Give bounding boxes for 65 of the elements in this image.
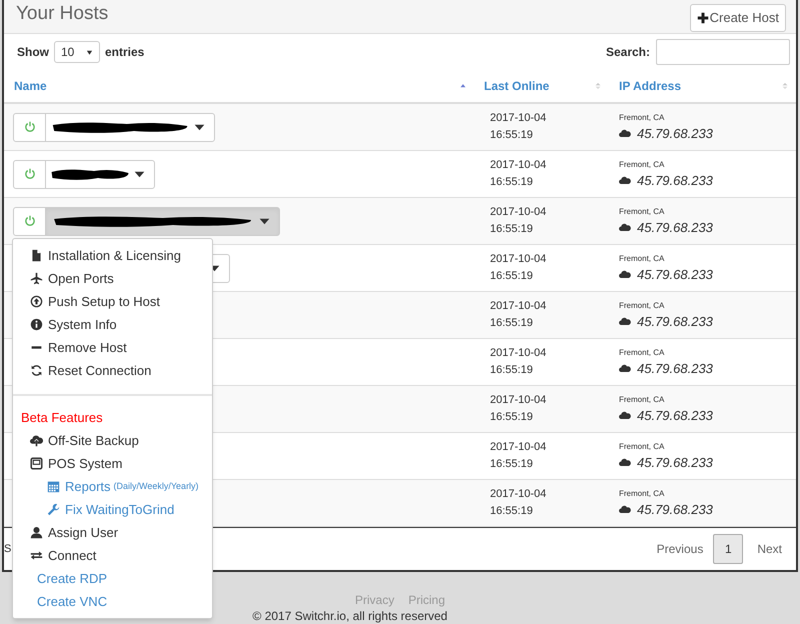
date-text: 2017-10-04: [490, 205, 548, 220]
copyright-text: © 2017 Switchr.io, all rights reserved: [252, 608, 448, 624]
location-text: Fremont, CA: [619, 394, 666, 406]
column-header[interactable]: IP Address: [609, 77, 796, 95]
date-text: 2017-10-04: [490, 111, 548, 126]
table-info-text: S: [4, 542, 12, 557]
date-text: 2017-10-04: [490, 252, 548, 267]
menu-item[interactable]: Reports (Daily/Weekly/Yearly): [13, 475, 212, 498]
column-header[interactable]: Name: [4, 77, 474, 95]
location-text: Fremont, CA: [619, 488, 666, 500]
ip-address-text: 45.79.68.233: [637, 172, 713, 190]
ip-address-text: 45.79.68.233: [637, 406, 713, 425]
search-label: Search:: [606, 44, 650, 61]
menu-item[interactable]: Assign User: [13, 521, 212, 544]
menu-item[interactable]: Create RDP: [13, 567, 212, 590]
ip-address-text: 45.79.68.233: [637, 312, 713, 331]
menu-item[interactable]: Fix WaitingToGrind: [13, 498, 212, 521]
menu-item[interactable]: POS System: [13, 452, 212, 475]
menu-item[interactable]: Reset Connection: [13, 359, 212, 382]
page-title: Your Hosts: [16, 4, 108, 23]
ip-address-text: 45.79.68.233: [637, 500, 713, 519]
time-text: 16:55:19: [490, 457, 534, 472]
ip-address-text: 45.79.68.233: [637, 360, 713, 378]
menu-item[interactable]: System Info: [13, 313, 212, 336]
date-text: 2017-10-04: [490, 346, 548, 361]
ip-address-text: 45.79.68.233: [637, 124, 713, 143]
location-text: Fremont, CA: [619, 252, 666, 265]
location-text: Fremont, CA: [619, 300, 666, 312]
time-text: 16:55:19: [490, 504, 534, 519]
date-text: 2017-10-04: [490, 487, 548, 502]
previous-link[interactable]: Previous: [656, 540, 704, 558]
page-button[interactable]: 1: [713, 534, 744, 564]
time-text: 16:55:19: [490, 410, 534, 425]
menu-item[interactable]: Open Ports: [13, 267, 212, 290]
time-text: 16:55:19: [490, 222, 534, 237]
location-text: Fremont, CA: [619, 346, 666, 359]
menu-item[interactable]: Off-Site Backup: [13, 429, 212, 452]
create-host-button[interactable]: Create Host: [690, 4, 786, 32]
menu-header: Beta Features: [20, 408, 104, 427]
location-text: Fremont, CA: [619, 440, 666, 453]
location-text: Fremont, CA: [619, 206, 666, 218]
date-text: 2017-10-04: [490, 393, 548, 408]
menu-item[interactable]: Installation & Licensing: [13, 244, 212, 267]
menu-item[interactable]: Connect: [13, 544, 212, 567]
date-text: 2017-10-04: [490, 299, 548, 314]
column-header[interactable]: Last Online: [474, 77, 609, 95]
entries-select[interactable]: 10: [54, 41, 100, 63]
location-text: Fremont, CA: [619, 158, 666, 171]
next-link[interactable]: Next: [757, 540, 782, 558]
time-text: 16:55:19: [490, 175, 534, 190]
time-text: 16:55:19: [490, 269, 534, 284]
time-text: 16:55:19: [490, 316, 534, 331]
time-text: 16:55:19: [490, 363, 534, 378]
show-label: Show: [17, 44, 49, 61]
ip-address-text: 45.79.68.233: [637, 454, 713, 472]
menu-item[interactable]: Remove Host: [13, 336, 212, 359]
ip-address-text: 45.79.68.233: [637, 218, 713, 237]
time-text: 16:55:19: [490, 128, 534, 143]
date-text: 2017-10-04: [490, 158, 548, 173]
location-text: Fremont, CA: [619, 112, 666, 124]
menu-item[interactable]: Create VNC: [13, 590, 212, 613]
ip-address-text: 45.79.68.233: [637, 266, 713, 284]
menu-item[interactable]: Push Setup to Host: [13, 290, 212, 313]
date-text: 2017-10-04: [490, 440, 548, 455]
entries-label: entries: [105, 44, 144, 61]
